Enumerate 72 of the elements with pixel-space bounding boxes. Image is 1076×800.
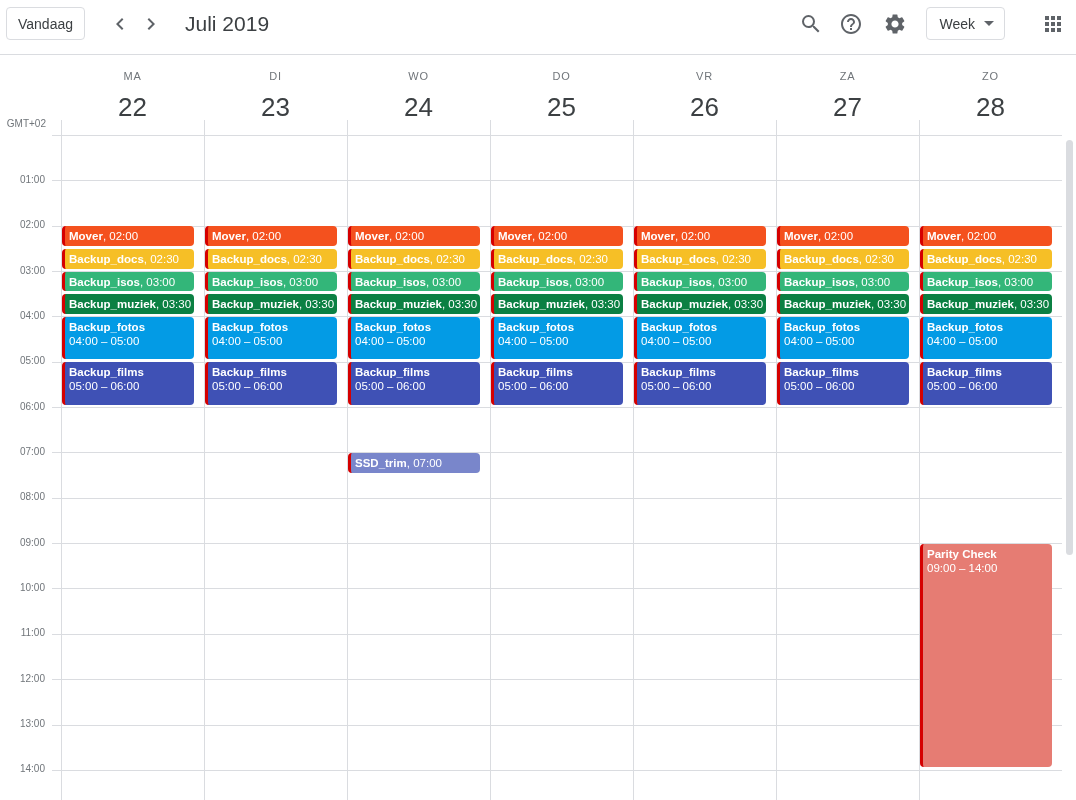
calendar-event[interactable]: Backup_fotos 04:00 – 05:00 bbox=[348, 316, 481, 360]
calendar-event[interactable]: Backup_isos, 03:00 bbox=[491, 271, 624, 292]
calendar-event[interactable]: Backup_fotos 04:00 – 05:00 bbox=[205, 316, 338, 360]
calendar-event[interactable]: Backup_muziek, 03:30 bbox=[920, 294, 1053, 314]
calendar-event[interactable]: Backup_fotos 04:00 – 05:00 bbox=[634, 316, 767, 360]
weekday-label: DO bbox=[552, 69, 571, 83]
view-dropdown[interactable]: Week bbox=[926, 7, 1005, 40]
today-button[interactable]: Vandaag bbox=[6, 7, 85, 40]
caret-icon bbox=[984, 21, 994, 26]
weekday-label: ZA bbox=[839, 69, 856, 83]
calendar-event[interactable]: Mover, 02:00 bbox=[920, 226, 1053, 246]
calendar-event[interactable]: Backup_muziek, 03:30 bbox=[491, 294, 624, 314]
calendar-event[interactable]: Backup_isos, 03:00 bbox=[62, 271, 195, 292]
calendar-event[interactable]: Backup_isos, 03:00 bbox=[777, 271, 910, 292]
calendar-event[interactable]: Backup_fotos 04:00 – 05:00 bbox=[777, 316, 910, 360]
scrollbar-thumb[interactable] bbox=[1066, 139, 1073, 555]
calendar-event[interactable]: Backup_films 05:00 – 06:00 bbox=[634, 362, 767, 405]
calendar-event[interactable]: Backup_fotos 04:00 – 05:00 bbox=[920, 316, 1053, 360]
calendar-event[interactable]: Backup_muziek, 03:30 bbox=[348, 294, 481, 314]
day-number[interactable]: 26 bbox=[690, 94, 719, 120]
day-number[interactable]: 27 bbox=[833, 94, 862, 120]
help-icon[interactable] bbox=[839, 11, 864, 36]
hour-label: 09:00 bbox=[19, 536, 45, 548]
weekday-label: MA bbox=[123, 69, 142, 83]
weekday-label: WO bbox=[408, 69, 429, 83]
hour-label: 08:00 bbox=[19, 491, 45, 503]
calendar-event[interactable]: Backup_fotos 04:00 – 05:00 bbox=[491, 316, 624, 360]
calendar-event[interactable]: Backup_muziek, 03:30 bbox=[205, 294, 338, 314]
day-number[interactable]: 23 bbox=[261, 94, 290, 120]
calendar-event[interactable]: Backup_isos, 03:00 bbox=[348, 271, 481, 292]
calendar-event[interactable]: Backup_films 05:00 – 06:00 bbox=[62, 362, 195, 405]
hour-label: 12:00 bbox=[19, 672, 45, 684]
calendar-event[interactable]: Backup_isos, 03:00 bbox=[205, 271, 338, 292]
hour-label: 03:00 bbox=[19, 264, 45, 276]
weekday-label: ZO bbox=[982, 69, 999, 83]
hour-label: 10:00 bbox=[19, 582, 45, 594]
hour-label: 14:00 bbox=[19, 763, 45, 775]
hour-label: 04:00 bbox=[19, 309, 45, 321]
hour-label: 13:00 bbox=[19, 718, 45, 730]
hour-label: 01:00 bbox=[19, 173, 45, 185]
timezone-label: GMT+02 bbox=[6, 116, 46, 131]
calendar-event[interactable]: Parity Check 09:00 – 14:00 bbox=[920, 543, 1053, 768]
month-title: Juli 2019 bbox=[185, 10, 270, 37]
calendar-event[interactable]: Backup_films 05:00 – 06:00 bbox=[920, 362, 1053, 405]
day-number[interactable]: 24 bbox=[404, 94, 433, 120]
day-number[interactable]: 22 bbox=[118, 94, 147, 120]
calendar-event[interactable]: Mover, 02:00 bbox=[348, 226, 481, 246]
calendar-event[interactable]: Backup_fotos 04:00 – 05:00 bbox=[62, 316, 195, 360]
calendar-event[interactable]: Mover, 02:00 bbox=[491, 226, 624, 246]
calendar-event[interactable]: Mover, 02:00 bbox=[62, 226, 195, 246]
calendar-event[interactable]: Mover, 02:00 bbox=[205, 226, 338, 246]
hour-label: 11:00 bbox=[20, 627, 45, 639]
hour-label: 02:00 bbox=[19, 219, 45, 231]
calendar-event[interactable]: Backup_films 05:00 – 06:00 bbox=[205, 362, 338, 405]
calendar-event[interactable]: Backup_isos, 03:00 bbox=[920, 271, 1053, 292]
day-number[interactable]: 28 bbox=[976, 94, 1005, 120]
calendar-event[interactable]: SSD_trim, 07:00 bbox=[348, 453, 481, 473]
day-number[interactable]: 25 bbox=[547, 94, 576, 120]
calendar-event[interactable]: Backup_films 05:00 – 06:00 bbox=[777, 362, 910, 405]
calendar-event[interactable]: Backup_films 05:00 – 06:00 bbox=[348, 362, 481, 405]
calendar-event[interactable]: Backup_isos, 03:00 bbox=[634, 271, 767, 292]
calendar-event[interactable]: Backup_muziek, 03:30 bbox=[62, 294, 195, 314]
calendar-event[interactable]: Mover, 02:00 bbox=[634, 226, 767, 246]
hour-label: 07:00 bbox=[19, 446, 45, 457]
calendar-event[interactable]: Backup_films 05:00 – 06:00 bbox=[491, 362, 624, 405]
hour-label: 06:00 bbox=[19, 400, 45, 412]
weekday-label: VR bbox=[696, 69, 713, 83]
calendar-event[interactable]: Mover, 02:00 bbox=[777, 226, 910, 246]
weekday-label: DI bbox=[269, 69, 282, 83]
calendar-event[interactable]: Backup_muziek, 03:30 bbox=[777, 294, 910, 314]
hour-label: 05:00 bbox=[19, 355, 45, 367]
calendar-event[interactable]: Backup_muziek, 03:30 bbox=[634, 294, 767, 314]
